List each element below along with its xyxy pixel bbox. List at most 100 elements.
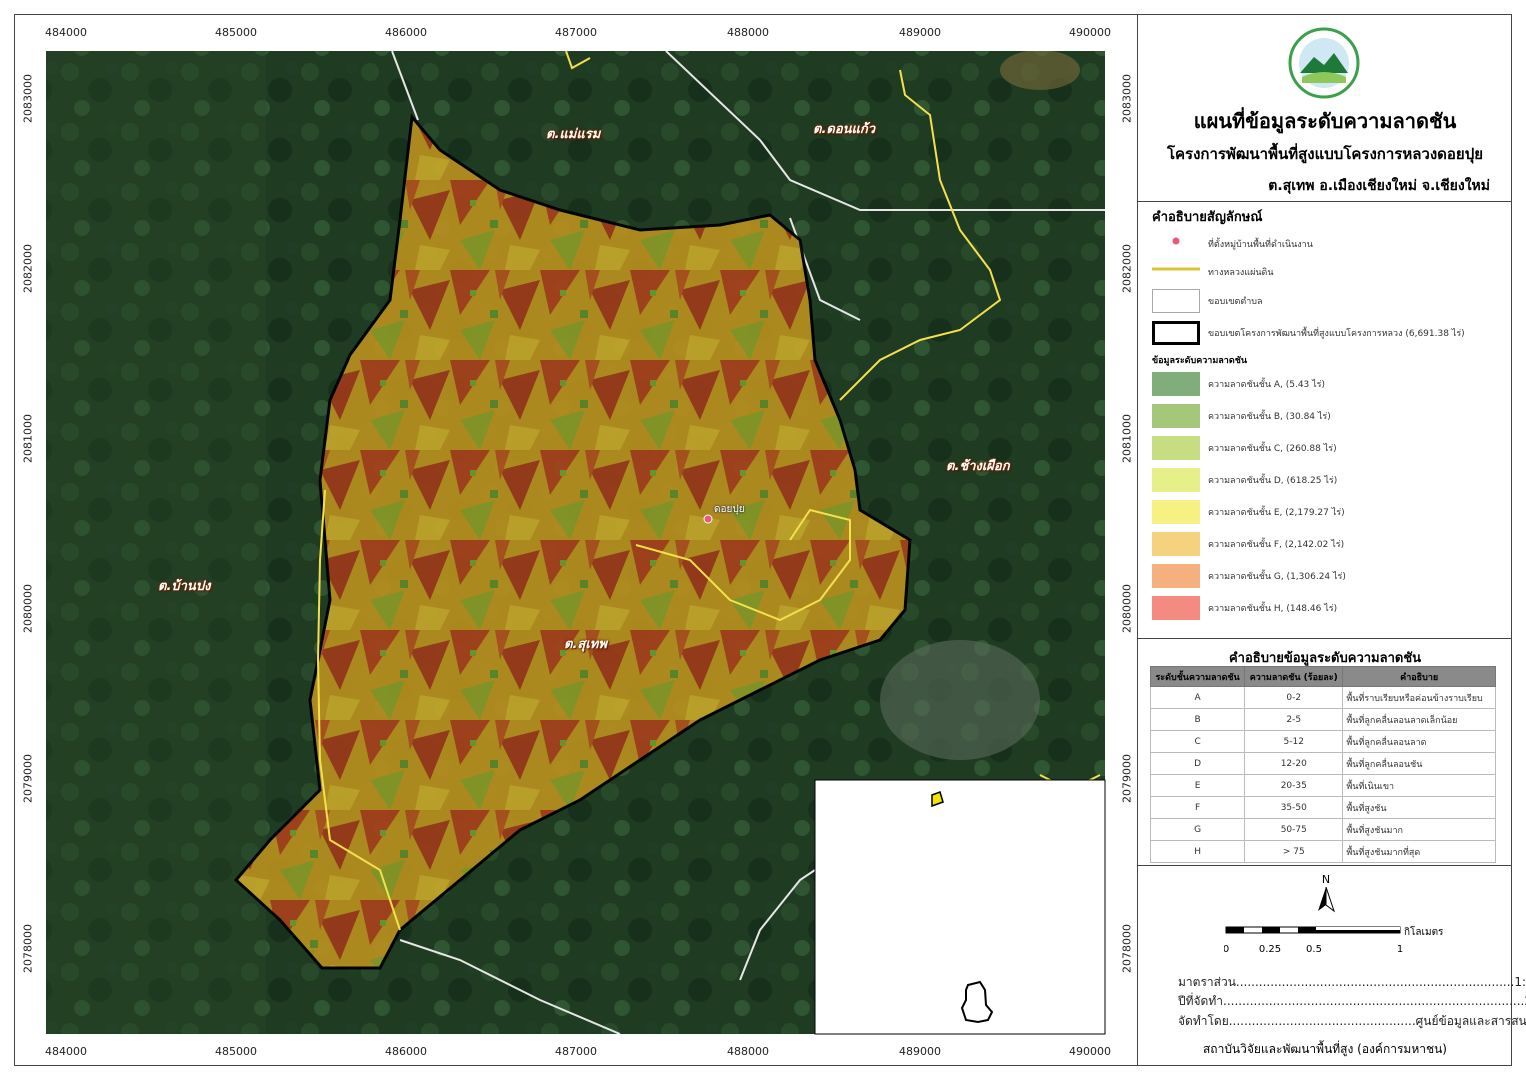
- village-marker-icon[interactable]: [703, 514, 713, 524]
- y-tick-right: 2080000: [1120, 584, 1134, 633]
- place-label-don-kaeo: ต.ดอนแก้ว: [813, 122, 876, 137]
- table-cell: พื้นที่สูงชันมาก: [1342, 818, 1496, 841]
- slope-color-swatch: [1152, 564, 1200, 588]
- table-row: D 12-20 พื้นที่ลูกคลื่นลอนชัน: [1149, 752, 1496, 775]
- y-tick-left: 2083000: [21, 74, 35, 123]
- slope-color-swatch: [1152, 404, 1200, 428]
- table-row: A 0-2 พื้นที่ราบเรียบหรือค่อนข้างราบเรียบ: [1149, 686, 1496, 709]
- x-tick-top: 489000: [899, 26, 941, 39]
- slope-class-label: ความลาดชันชั้น E, (2,179.27 ไร่): [1208, 508, 1345, 518]
- table-header: ระดับชั้นความลาดชัน: [1149, 666, 1246, 687]
- legend-project-label: ขอบเขตโครงการพัฒนาพื้นที่สูงแบบโครงการหล…: [1208, 329, 1465, 339]
- slope-color-swatch: [1152, 532, 1200, 556]
- legend-project: ขอบเขตโครงการพัฒนาพื้นที่สูงแบบโครงการหล…: [1152, 321, 1502, 345]
- table-cell: 35-50: [1244, 796, 1344, 819]
- x-tick-bottom: 488000: [727, 1045, 769, 1058]
- road-symbol-icon: [1152, 263, 1200, 287]
- north-arrow-icon: N: [1318, 873, 1335, 913]
- table-cell: 0-2: [1244, 686, 1344, 709]
- slope-color-swatch: [1152, 468, 1200, 492]
- table-row: C 5-12 พื้นที่ลูกคลื่นลอนลาด: [1149, 730, 1496, 753]
- table-row: F 35-50 พื้นที่สูงชัน: [1149, 796, 1496, 819]
- scale-bar: 0 0.25 0.5 1 กิโลเมตร: [1224, 925, 1444, 955]
- place-label-ban-pong: ต.บ้านปง: [158, 579, 211, 594]
- institute-logo-icon: [1288, 27, 1360, 99]
- table-cell: D: [1149, 752, 1246, 775]
- x-tick-top: 485000: [215, 26, 257, 39]
- x-tick-bottom: 485000: [215, 1045, 257, 1058]
- y-tick-right: 2079000: [1120, 754, 1134, 803]
- slope-class-item: ความลาดชันชั้น H, (148.46 ไร่): [1152, 596, 1502, 620]
- slope-class-item: ความลาดชันชั้น D, (618.25 ไร่): [1152, 468, 1502, 492]
- x-tick-bottom: 490000: [1069, 1045, 1111, 1058]
- y-tick-left: 2078000: [21, 924, 35, 973]
- table-row: E 20-35 พื้นที่เนินเขา: [1149, 774, 1496, 797]
- slope-class-label: ความลาดชันชั้น C, (260.88 ไร่): [1208, 444, 1337, 454]
- north-label: N: [1322, 873, 1330, 886]
- legend-heading: คำอธิบายสัญลักษณ์: [1152, 210, 1263, 225]
- table-row: H > 75 พื้นที่สูงชันมากที่สุด: [1149, 840, 1496, 863]
- slope-class-item: ความลาดชันชั้น E, (2,179.27 ไร่): [1152, 500, 1502, 524]
- legend-subdistrict-label: ขอบเขตตำบล: [1208, 297, 1263, 307]
- x-tick-bottom: 486000: [385, 1045, 427, 1058]
- legend-village: ที่ตั้งหมู่บ้านพื้นที่ดำเนินงาน: [1152, 233, 1502, 257]
- x-tick-bottom: 489000: [899, 1045, 941, 1058]
- x-tick-top: 490000: [1069, 26, 1111, 39]
- map-canvas[interactable]: [0, 0, 1137, 1080]
- scale-tick: 0.25: [1259, 944, 1281, 955]
- slope-class-label: ความลาดชันชั้น H, (148.46 ไร่): [1208, 604, 1338, 614]
- y-tick-left: 2081000: [21, 414, 35, 463]
- table-cell: พื้นที่ราบเรียบหรือค่อนข้างราบเรียบ: [1342, 686, 1496, 709]
- slope-class-label: ความลาดชันชั้น A, (5.43 ไร่): [1208, 380, 1326, 390]
- table-cell: H: [1149, 840, 1246, 863]
- slope-color-swatch: [1152, 596, 1200, 620]
- credit-text: สถาบันวิจัยและพัฒนาพื้นที่สูง (องค์การมห…: [1202, 1042, 1447, 1056]
- divider: [1138, 638, 1512, 639]
- legend-village-label: ที่ตั้งหมู่บ้านพื้นที่ดำเนินงาน: [1208, 240, 1313, 250]
- table-cell: E: [1149, 774, 1246, 797]
- slope-class-label: ความลาดชันชั้น D, (618.25 ไร่): [1208, 476, 1338, 486]
- slope-class-item: ความลาดชันชั้น A, (5.43 ไร่): [1152, 372, 1502, 396]
- table-row: G 50-75 พื้นที่สูงชันมาก: [1149, 818, 1496, 841]
- map-location: ต.สุเทพ อ.เมืองเชียงใหม่ จ.เชียงใหม่: [1268, 178, 1490, 194]
- inset-map: [814, 779, 1106, 1035]
- table-cell: 12-20: [1244, 752, 1344, 775]
- slope-color-swatch: [1152, 436, 1200, 460]
- x-tick-bottom: 487000: [555, 1045, 597, 1058]
- x-tick-top: 487000: [555, 26, 597, 39]
- table-title: คำอธิบายข้อมูลระดับความลาดชัน: [1228, 651, 1422, 666]
- x-tick-bottom: 484000: [45, 1045, 87, 1058]
- slope-class-label: ความลาดชันชั้น G, (1,306.24 ไร่): [1208, 572, 1346, 582]
- place-label-chang-phueak: ต.ช้างเผือก: [946, 459, 1010, 474]
- table-cell: พื้นที่ลูกคลื่นลอนลาดเล็กน้อย: [1342, 708, 1496, 731]
- y-tick-right: 2083000: [1120, 74, 1134, 123]
- table-cell: G: [1149, 818, 1246, 841]
- slope-class-label: ความลาดชันชั้น B, (30.84 ไร่): [1208, 412, 1331, 422]
- table-cell: 5-12: [1244, 730, 1344, 753]
- table-cell: B: [1149, 708, 1246, 731]
- x-tick-top: 484000: [45, 26, 87, 39]
- legend-road: ทางหลวงแผ่นดิน: [1152, 263, 1502, 287]
- y-tick-right: 2082000: [1120, 244, 1134, 293]
- table-cell: พื้นที่เนินเขา: [1342, 774, 1496, 797]
- slope-table: ระดับชั้นความลาดชัน ความลาดชัน (ร้อยละ) …: [1149, 666, 1496, 863]
- legend-subdistrict: ขอบเขตตำบล: [1152, 289, 1502, 313]
- slope-class-item: ความลาดชันชั้น G, (1,306.24 ไร่): [1152, 564, 1502, 588]
- scale-unit: กิโลเมตร: [1404, 925, 1444, 938]
- table-cell: 50-75: [1244, 818, 1344, 841]
- village-label: ดอยปุย: [714, 504, 745, 515]
- project-symbol-icon: [1152, 321, 1200, 345]
- x-tick-top: 488000: [727, 26, 769, 39]
- slope-color-swatch: [1152, 500, 1200, 524]
- y-tick-left: 2079000: [21, 754, 35, 803]
- slope-class-item: ความลาดชันชั้น F, (2,142.02 ไร่): [1152, 532, 1502, 556]
- table-header: คำอธิบาย: [1342, 666, 1496, 687]
- scale-tick: 0.5: [1306, 944, 1322, 955]
- legend-panel: แผนที่ข้อมูลระดับความลาดชัน โครงการพัฒนา…: [1137, 15, 1526, 1065]
- x-tick-top: 486000: [385, 26, 427, 39]
- table-cell: > 75: [1244, 840, 1344, 863]
- slope-color-swatch: [1152, 372, 1200, 396]
- table-cell: พื้นที่สูงชันมากที่สุด: [1342, 840, 1496, 863]
- slope-class-item: ความลาดชันชั้น B, (30.84 ไร่): [1152, 404, 1502, 428]
- scale-tick: 1: [1397, 944, 1403, 955]
